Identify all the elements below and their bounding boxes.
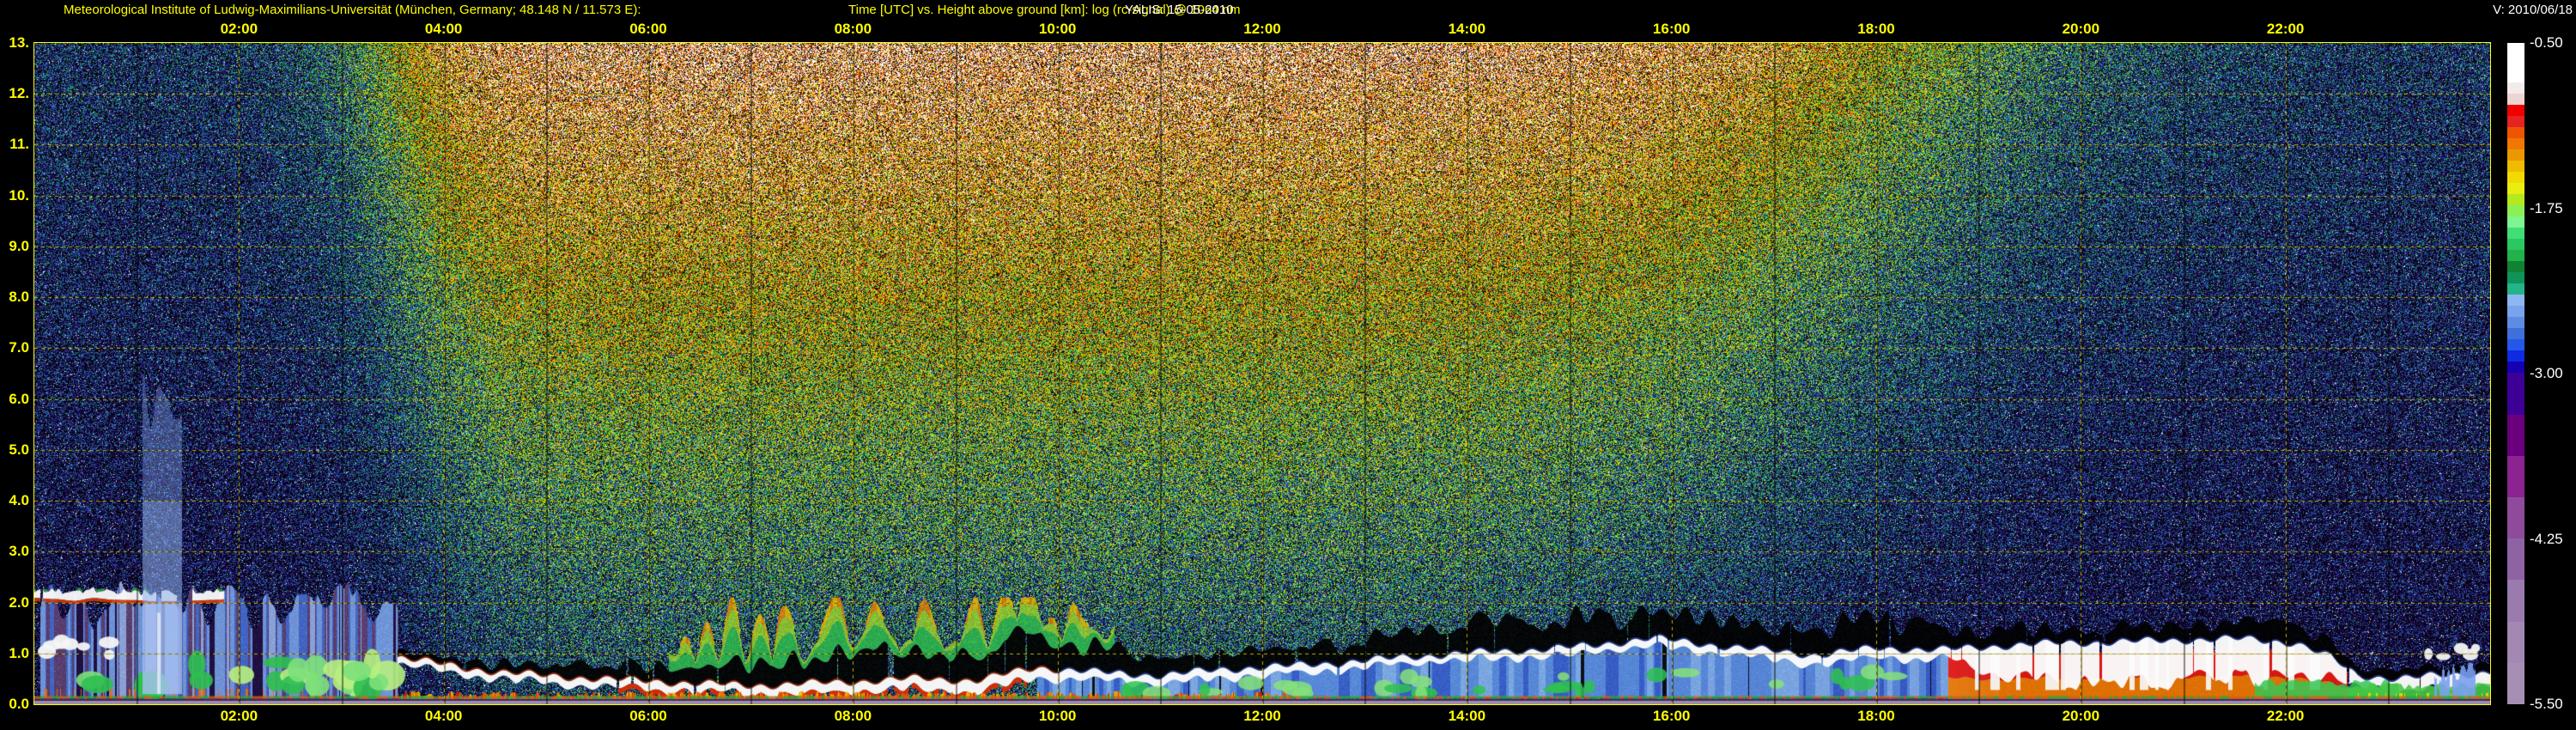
y-tick-label: 4.0 [0, 492, 29, 509]
x-tick-label-bottom: 12:00 [1228, 708, 1297, 725]
y-tick-label: 8.0 [0, 289, 29, 306]
y-tick-label: 6.0 [0, 391, 29, 408]
colorbar-tick-label: -0.50 [2530, 34, 2576, 52]
y-tick-label: 0.0 [0, 696, 29, 713]
colorbar-tick-label: -1.75 [2530, 200, 2576, 217]
colorbar-segment [2507, 82, 2524, 94]
colorbar-segment [2507, 105, 2524, 116]
colorbar-segment [2507, 373, 2524, 414]
y-tick-label: 9.0 [0, 238, 29, 255]
colorbar-segment [2507, 272, 2524, 283]
y-tick-label: 7.0 [0, 339, 29, 356]
colorbar-segment [2507, 283, 2524, 295]
x-tick-label-bottom: 10:00 [1024, 708, 1092, 725]
colorbar-segment [2507, 328, 2524, 339]
x-tick-label-bottom: 22:00 [2251, 708, 2320, 725]
colorbar-segment [2507, 43, 2524, 82]
lidar-heatmap-plot [33, 42, 2491, 705]
x-tick-label-top: 12:00 [1228, 21, 1297, 38]
colorbar-segment [2507, 183, 2524, 194]
y-tick-label: 1.0 [0, 645, 29, 662]
colorbar-segment [2507, 127, 2524, 138]
x-tick-label-top: 16:00 [1637, 21, 1706, 38]
colorbar-segment [2507, 161, 2524, 172]
colorbar-segment [2507, 663, 2524, 704]
x-tick-label-top: 14:00 [1432, 21, 1501, 38]
colorbar-tick-label: -5.50 [2530, 696, 2576, 713]
colorbar-segment [2507, 622, 2524, 663]
x-tick-label-bottom: 04:00 [410, 708, 478, 725]
colorbar-tick-label: -3.00 [2530, 365, 2576, 382]
x-tick-label-bottom: 08:00 [818, 708, 887, 725]
x-tick-label-top: 02:00 [204, 21, 273, 38]
y-tick-label: 11. [0, 136, 29, 153]
x-tick-label-bottom: 02:00 [204, 708, 273, 725]
x-tick-label-bottom: 14:00 [1432, 708, 1501, 725]
colorbar-segment [2507, 94, 2524, 105]
colorbar-segment [2507, 205, 2524, 216]
y-tick-label: 5.0 [0, 441, 29, 459]
x-tick-label-top: 06:00 [614, 21, 683, 38]
colorbar [2507, 43, 2524, 704]
x-tick-label-top: 22:00 [2251, 21, 2320, 38]
x-tick-label-bottom: 18:00 [1842, 708, 1911, 725]
x-tick-label-top: 18:00 [1842, 21, 1911, 38]
x-tick-label-bottom: 16:00 [1637, 708, 1706, 725]
colorbar-segment [2507, 456, 2524, 497]
colorbar-segment [2507, 350, 2524, 362]
colorbar-segment [2507, 149, 2524, 161]
colorbar-segment [2507, 216, 2524, 228]
colorbar-segment [2507, 194, 2524, 205]
lidar-quicklook-page: { "header": { "institute": "Meteorologic… [0, 0, 2576, 730]
x-tick-label-top: 10:00 [1024, 21, 1092, 38]
x-tick-label-bottom: 20:00 [2046, 708, 2115, 725]
colorbar-segment [2507, 261, 2524, 272]
x-tick-label-top: 04:00 [410, 21, 478, 38]
colorbar-segment [2507, 497, 2524, 538]
colorbar-segment [2507, 538, 2524, 580]
x-tick-label-top: 08:00 [818, 21, 887, 38]
institute-title: Meteorological Institute of Ludwig-Maxim… [64, 3, 641, 18]
y-tick-label: 13. [0, 34, 29, 52]
y-tick-label: 3.0 [0, 543, 29, 560]
colorbar-segment [2507, 317, 2524, 328]
colorbar-segment [2507, 339, 2524, 350]
colorbar-segment [2507, 250, 2524, 261]
colorbar-segment [2507, 116, 2524, 127]
colorbar-segment [2507, 362, 2524, 373]
y-tick-label: 12. [0, 85, 29, 102]
colorbar-segment [2507, 228, 2524, 239]
colorbar-segment [2507, 172, 2524, 183]
system-date-label: YALIS: 15-05-2010 [1125, 3, 1233, 18]
x-tick-label-bottom: 06:00 [614, 708, 683, 725]
colorbar-tick-label: -4.25 [2530, 531, 2576, 548]
colorbar-segment [2507, 306, 2524, 317]
y-tick-label: 2.0 [0, 594, 29, 611]
colorbar-segment [2507, 138, 2524, 149]
colorbar-segment [2507, 239, 2524, 250]
colorbar-segment [2507, 415, 2524, 456]
version-label: V: 2010/06/18 [2493, 3, 2573, 18]
x-tick-label-top: 20:00 [2046, 21, 2115, 38]
colorbar-segment [2507, 580, 2524, 621]
y-tick-label: 10. [0, 187, 29, 204]
colorbar-segment [2507, 295, 2524, 306]
